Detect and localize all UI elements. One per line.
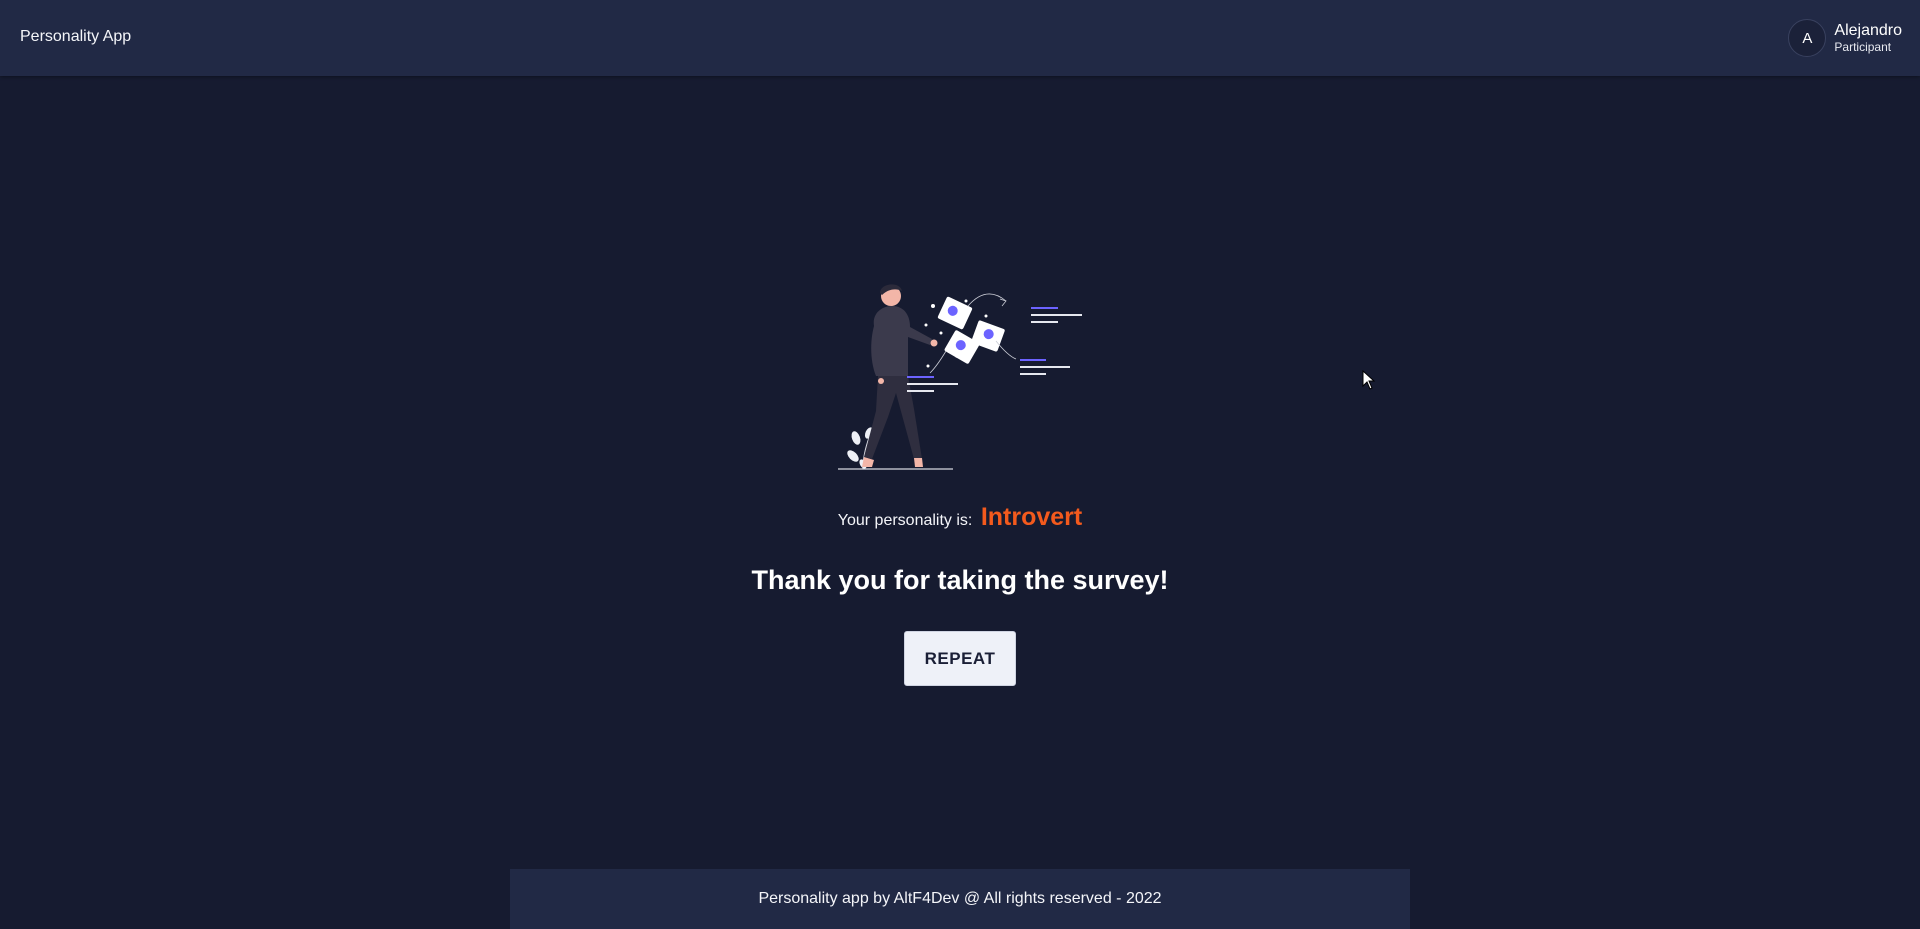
mouse-cursor-icon (1362, 370, 1376, 390)
app-title[interactable]: Personality App (20, 28, 131, 46)
thanks-message: Thank you for taking the survey! (751, 565, 1169, 595)
result-value: Introvert (980, 503, 1083, 531)
avatar[interactable]: A (1788, 19, 1827, 57)
footer-text: Personality app by AltF4Dev @ All rights… (758, 890, 1162, 907)
user-name: Alejandro (1834, 21, 1902, 39)
personality-result: Your personality is: Introvert (0, 503, 1920, 532)
user-role: Participant (1834, 40, 1892, 55)
result-label: Your personality is: (837, 512, 973, 529)
repeat-button[interactable]: REPEAT (904, 631, 1016, 686)
top-navbar: Personality App A Alejandro Participant (0, 0, 1920, 76)
person-throwing-documents-illustration (838, 284, 1082, 470)
user-info: Alejandro Participant (1834, 22, 1902, 55)
user-menu[interactable]: A Alejandro Participant (1788, 18, 1902, 58)
footer: Personality app by AltF4Dev @ All rights… (510, 869, 1410, 929)
